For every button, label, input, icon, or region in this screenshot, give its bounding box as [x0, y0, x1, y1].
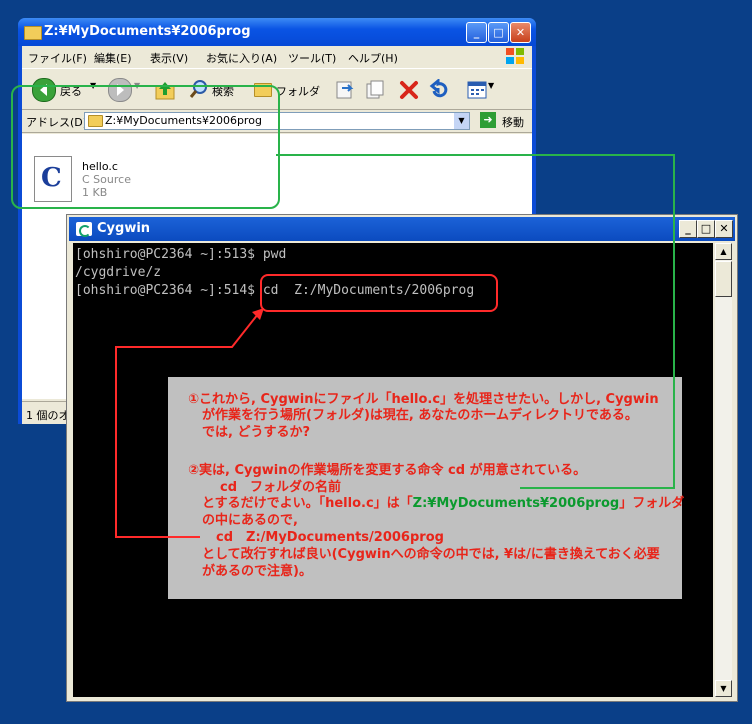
green-connector-line [276, 154, 675, 489]
annotation-connectors [115, 154, 675, 538]
red-connector-line [115, 313, 259, 538]
